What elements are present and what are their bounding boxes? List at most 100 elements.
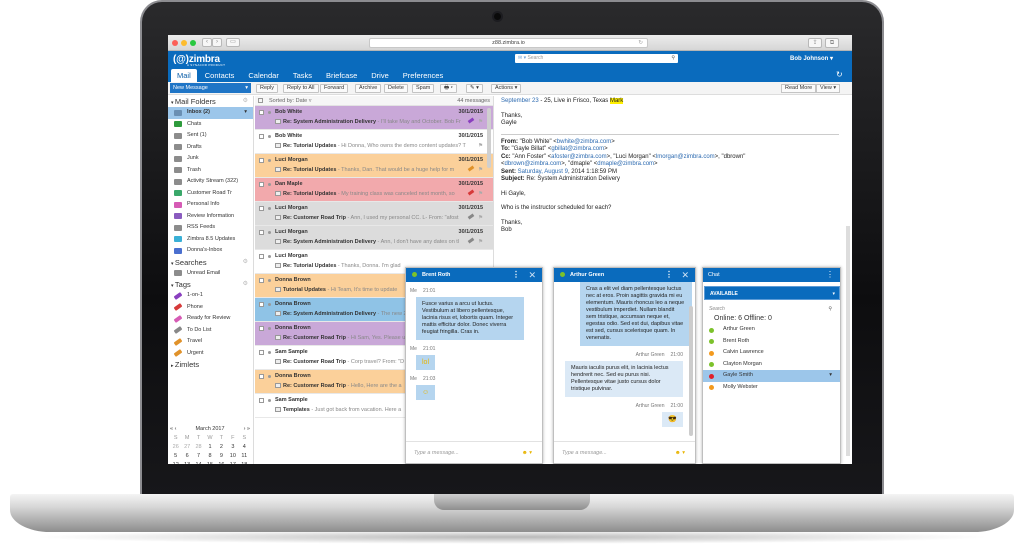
folder-item[interactable]: Drafts — [168, 142, 253, 154]
calendar-day[interactable]: 13 — [181, 461, 192, 464]
reply-all-button[interactable]: Reply to All — [283, 84, 319, 93]
tag-item[interactable]: To Do List — [168, 325, 253, 337]
calendar-day[interactable]: 16 — [216, 461, 227, 464]
tab-drive[interactable]: Drive — [365, 69, 395, 82]
message-input[interactable]: Type a message... ☻ ▾ — [554, 441, 695, 463]
unread-dot[interactable] — [268, 255, 271, 258]
zimbra-logo[interactable]: (@)zimbra A SYNACOR PRODUCT — [173, 54, 225, 67]
row-checkbox[interactable] — [259, 182, 264, 187]
gear-icon[interactable]: ⚙ — [243, 257, 248, 268]
tab-calendar[interactable]: Calendar — [242, 69, 284, 82]
calendar-day[interactable]: 11 — [239, 452, 250, 460]
folder-item[interactable]: Personal Info — [168, 199, 253, 211]
close-window-button[interactable] — [172, 39, 178, 46]
emoji-picker-icon[interactable]: ☻ ▾ — [675, 442, 685, 464]
search-icon[interactable]: ⚲ — [828, 306, 832, 312]
calendar-day[interactable]: 28 — [193, 443, 204, 451]
calendar-day[interactable]: 18 — [239, 461, 250, 464]
row-checkbox[interactable] — [259, 254, 264, 259]
unread-dot[interactable] — [268, 183, 271, 186]
cc-email-link[interactable]: lmorgan@zimbra.com — [656, 154, 715, 160]
folder-item[interactable]: Junk — [168, 153, 253, 165]
status-dropdown[interactable]: AVAILABLE ▾ — [704, 286, 840, 300]
unread-dot[interactable] — [268, 159, 271, 162]
close-icon[interactable]: ✕ — [681, 268, 689, 282]
list-item[interactable]: Bob White 30/1/2015 Re: System Administrat… — [255, 106, 493, 130]
next-year-icon[interactable]: › » — [244, 426, 250, 434]
message-input[interactable]: Type a message... ☻ ▾ — [406, 441, 542, 463]
search-item[interactable]: Unread Email — [168, 268, 253, 280]
unread-dot[interactable] — [268, 399, 271, 402]
spam-button[interactable]: Spam — [412, 84, 435, 93]
calendar-day[interactable]: 15 — [204, 461, 215, 464]
unread-dot[interactable] — [268, 111, 271, 114]
unread-dot[interactable] — [268, 207, 271, 210]
folder-item[interactable]: Donna's-Inbox — [168, 245, 253, 257]
gear-icon[interactable]: ⚙ — [243, 279, 248, 290]
calendar-day[interactable]: 7 — [193, 452, 204, 460]
row-checkbox[interactable] — [259, 278, 264, 283]
list-scrollbar[interactable] — [487, 108, 491, 168]
archive-button[interactable]: Archive — [355, 84, 382, 93]
actions-button[interactable]: Actions ▾ — [491, 84, 522, 93]
calendar-day[interactable]: 27 — [181, 443, 192, 451]
mail-icon[interactable]: ✉ ▾ — [518, 55, 526, 61]
sidebar-toggle-icon[interactable]: ▭ — [226, 38, 240, 47]
minimize-window-button[interactable] — [181, 39, 187, 46]
chat-window-header[interactable]: Arthur Green ⋮ ✕ — [554, 268, 695, 282]
row-checkbox[interactable] — [259, 158, 264, 163]
row-checkbox[interactable] — [259, 350, 264, 355]
forward-button[interactable]: › — [212, 38, 222, 47]
row-checkbox[interactable] — [259, 326, 264, 331]
folder-item[interactable]: Activity Stream (322) — [168, 176, 253, 188]
list-item[interactable]: Luci Morgan 30/1/2015 Re: System Administr… — [255, 226, 493, 250]
sent-date-link[interactable]: Saturday, August 9 — [518, 169, 568, 175]
view-button[interactable]: View ▾ — [816, 84, 841, 93]
print-button[interactable]: 🖶 ▾ — [440, 84, 457, 93]
tag-button[interactable]: ✎ ▾ — [466, 84, 483, 93]
unread-dot[interactable] — [268, 327, 271, 330]
sort-dropdown[interactable]: Sorted by: Date ▿ — [269, 98, 312, 104]
folder-item[interactable]: Trash — [168, 165, 253, 177]
reload-icon[interactable]: ↻ — [638, 39, 643, 48]
roster-contact[interactable]: Arthur Green — [703, 324, 840, 336]
address-bar[interactable]: z88.zimbra.io ↻ — [369, 38, 648, 48]
chevron-down-icon[interactable]: ▾ — [829, 370, 832, 382]
roster-search-input[interactable]: Search ⚲ — [703, 300, 840, 312]
tabs-icon[interactable]: ⧉ — [825, 38, 839, 48]
calendar-day[interactable]: 8 — [204, 452, 215, 460]
folder-item[interactable]: Chats — [168, 119, 253, 131]
tab-contacts[interactable]: Contacts — [199, 69, 241, 82]
row-checkbox[interactable] — [259, 302, 264, 307]
flag-icon[interactable]: ⚑ — [478, 143, 483, 149]
to-email-link[interactable]: gbillat@zimbra.com — [551, 146, 604, 152]
calendar-day[interactable]: 2 — [216, 443, 227, 451]
roster-contact[interactable]: Gayle Smith ▾ — [703, 370, 840, 382]
roster-contact[interactable]: Calvin Lawrence — [703, 347, 840, 359]
calendar-day[interactable]: 17 — [227, 461, 238, 464]
chat-window-header[interactable]: Brent Roth ⋮ ✕ — [406, 268, 542, 282]
row-checkbox[interactable] — [259, 230, 264, 235]
calendar-day[interactable]: 6 — [181, 452, 192, 460]
flag-icon[interactable]: ⚑ — [478, 191, 483, 197]
flag-icon[interactable]: ⚑ — [478, 119, 483, 125]
tab-preferences[interactable]: Preferences — [397, 69, 449, 82]
unread-dot[interactable] — [268, 279, 271, 282]
date-link[interactable]: September 23 — [501, 98, 539, 104]
roster-contact[interactable]: Brent Roth — [703, 336, 840, 348]
searches-header[interactable]: ▾ Searches ⚙ — [168, 257, 253, 268]
reading-scrollbar[interactable] — [846, 226, 850, 456]
folder-item[interactable]: RSS Feeds — [168, 222, 253, 234]
unread-dot[interactable] — [268, 375, 271, 378]
folder-item[interactable]: Customer Road Tr — [168, 188, 253, 200]
folder-item[interactable]: Zimbra 8.5 Updates — [168, 234, 253, 246]
flag-icon[interactable]: ⚑ — [478, 167, 483, 173]
close-icon[interactable]: ✕ — [528, 268, 536, 282]
roster-contact[interactable]: Clayton Morgan — [703, 359, 840, 371]
folder-item[interactable]: Review Information — [168, 211, 253, 223]
tag-item[interactable]: Travel — [168, 336, 253, 348]
row-checkbox[interactable] — [259, 374, 264, 379]
tags-header[interactable]: ▾ Tags ⚙ — [168, 279, 253, 290]
tab-tasks[interactable]: Tasks — [287, 69, 318, 82]
row-checkbox[interactable] — [259, 110, 264, 115]
